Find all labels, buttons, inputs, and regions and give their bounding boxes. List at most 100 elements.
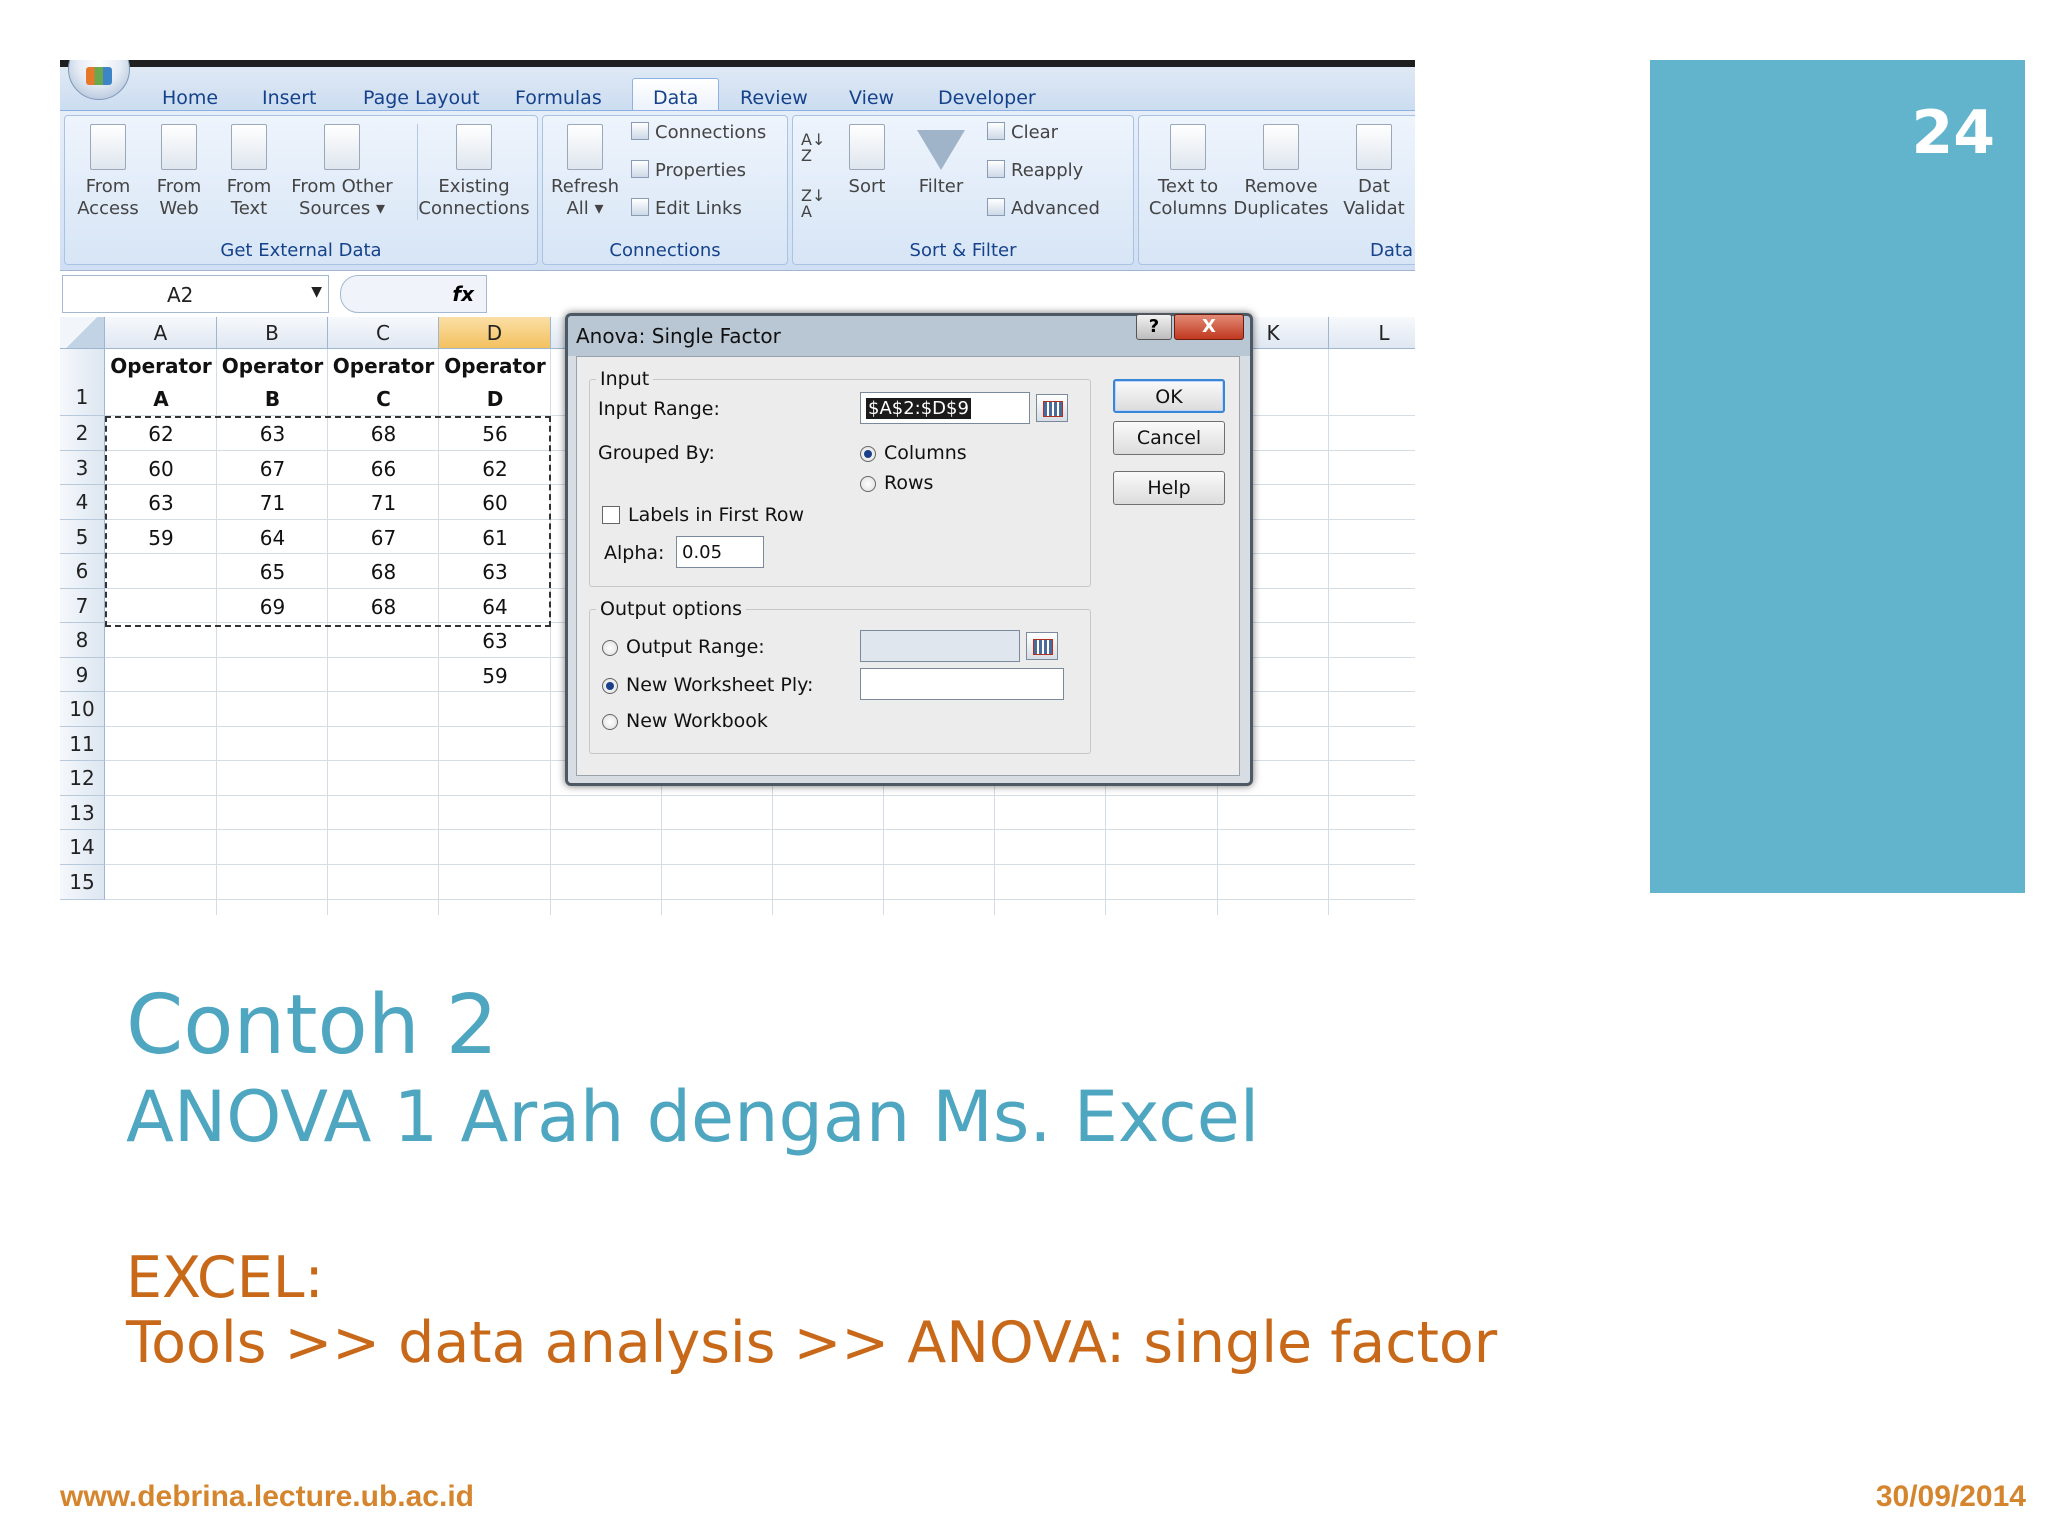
column-header-b[interactable]: B bbox=[217, 317, 328, 349]
header-cell-c-2[interactable]: C bbox=[329, 387, 439, 411]
row-header-14[interactable]: 14 bbox=[60, 830, 105, 865]
column-header-c[interactable]: C bbox=[328, 317, 439, 349]
column-header-a[interactable]: A bbox=[105, 317, 217, 349]
group-connections: Refresh All ▾ Connections Properties Edi… bbox=[542, 115, 788, 265]
row-header-2[interactable]: 2 bbox=[60, 416, 105, 451]
select-all-corner[interactable] bbox=[60, 317, 105, 349]
row-header-11[interactable]: 11 bbox=[60, 727, 105, 761]
input-range-collapse-icon[interactable] bbox=[1036, 394, 1068, 422]
new-workbook-radio[interactable] bbox=[602, 714, 618, 730]
existing-connections-button[interactable]: Existing Connections bbox=[417, 124, 530, 220]
row-header-10[interactable]: 10 bbox=[60, 692, 105, 727]
sort-icon bbox=[849, 124, 885, 170]
chevron-down-icon[interactable]: ▼ bbox=[311, 284, 322, 300]
row-header-5[interactable]: 5 bbox=[60, 520, 105, 554]
edit-links-button[interactable]: Edit Links bbox=[631, 198, 742, 219]
output-range-collapse-icon[interactable] bbox=[1026, 632, 1058, 660]
data-validation-button[interactable]: Dat Validat bbox=[1331, 124, 1415, 220]
tab-home[interactable]: Home bbox=[162, 87, 218, 109]
help-question-icon[interactable]: ? bbox=[1136, 314, 1172, 340]
close-icon[interactable]: X bbox=[1174, 314, 1244, 340]
row-header-12[interactable]: 12 bbox=[60, 761, 105, 796]
new-workbook-label[interactable]: New Workbook bbox=[626, 710, 768, 732]
filter-button[interactable]: Filter bbox=[913, 130, 969, 198]
tab-page-layout[interactable]: Page Layout bbox=[363, 87, 480, 109]
cancel-button[interactable]: Cancel bbox=[1113, 421, 1225, 455]
rows-radio[interactable] bbox=[860, 476, 876, 492]
sort-button[interactable]: Sort bbox=[839, 124, 895, 198]
from-access-button[interactable]: From Access bbox=[77, 124, 139, 220]
header-cell-d-2[interactable]: D bbox=[440, 387, 550, 411]
properties-label: Properties bbox=[655, 160, 746, 181]
new-worksheet-ply-label[interactable]: New Worksheet Ply: bbox=[626, 674, 813, 696]
new-worksheet-ply-radio[interactable] bbox=[602, 678, 618, 694]
tab-insert[interactable]: Insert bbox=[262, 87, 317, 109]
clear-button[interactable]: Clear bbox=[987, 122, 1058, 143]
header-cell-d-1[interactable]: Operator bbox=[440, 354, 550, 378]
advanced-button[interactable]: Advanced bbox=[987, 198, 1100, 219]
tab-developer[interactable]: Developer bbox=[938, 87, 1036, 109]
sort-label: Sort bbox=[848, 176, 886, 197]
tab-review[interactable]: Review bbox=[740, 87, 808, 109]
row-header-4[interactable]: 4 bbox=[60, 485, 105, 520]
connections-button[interactable]: Connections bbox=[631, 122, 766, 143]
help-button[interactable]: Help bbox=[1113, 471, 1225, 505]
formula-bar: A2 ▼ fx bbox=[60, 270, 1415, 318]
name-box[interactable]: A2 ▼ bbox=[62, 275, 329, 313]
header-cell-b-1[interactable]: Operator bbox=[218, 354, 328, 378]
remove-duplicates-label-1: Remove bbox=[1244, 176, 1318, 197]
row-header-13[interactable]: 13 bbox=[60, 796, 105, 830]
row-header-15[interactable]: 15 bbox=[60, 865, 105, 900]
remove-duplicates-button[interactable]: Remove Duplicates bbox=[1233, 124, 1329, 220]
advanced-filter-icon bbox=[987, 198, 1005, 216]
properties-button[interactable]: Properties bbox=[631, 160, 746, 181]
from-web-button[interactable]: From Web bbox=[151, 124, 207, 220]
rows-radio-label[interactable]: Rows bbox=[884, 472, 933, 494]
row-header-3[interactable]: 3 bbox=[60, 451, 105, 485]
slide-title: Contoh 2 bbox=[126, 978, 498, 1073]
column-gridline bbox=[1328, 349, 1329, 915]
refresh-icon bbox=[567, 124, 603, 170]
output-range-label[interactable]: Output Range: bbox=[626, 636, 765, 658]
header-cell-a-1[interactable]: Operator bbox=[106, 354, 216, 378]
insert-function-area[interactable]: fx bbox=[340, 275, 487, 313]
sort-z-a-button[interactable]: Z↓ A bbox=[801, 188, 825, 220]
from-other-sources-button[interactable]: From Other Sources ▾ bbox=[287, 124, 397, 220]
from-text-label-1: From bbox=[226, 176, 272, 197]
alpha-field[interactable]: 0.05 bbox=[676, 536, 764, 568]
header-cell-b-2[interactable]: B bbox=[218, 387, 328, 411]
row-header-6[interactable]: 6 bbox=[60, 554, 105, 589]
row-gridline bbox=[105, 864, 1415, 865]
input-fieldset: Input Input Range: $A$2:$D$9 Grouped By:… bbox=[589, 368, 1091, 587]
cell-d9[interactable]: 59 bbox=[440, 664, 550, 688]
sort-a-z-button[interactable]: A↓ Z bbox=[801, 132, 825, 164]
refresh-all-button[interactable]: Refresh All ▾ bbox=[549, 124, 621, 220]
header-cell-c-1[interactable]: Operator bbox=[329, 354, 439, 378]
ok-button[interactable]: OK bbox=[1113, 379, 1225, 413]
output-range-radio[interactable] bbox=[602, 640, 618, 656]
labels-first-row-checkbox[interactable] bbox=[602, 506, 620, 524]
row-header-9[interactable]: 9 bbox=[60, 658, 105, 692]
text-to-columns-label-2: Columns bbox=[1148, 198, 1228, 219]
text-to-columns-button[interactable]: Text to Columns bbox=[1145, 124, 1231, 220]
tab-view[interactable]: View bbox=[849, 87, 894, 109]
labels-first-row-label[interactable]: Labels in First Row bbox=[628, 504, 804, 526]
header-cell-a-2[interactable]: A bbox=[106, 387, 216, 411]
cell-d8[interactable]: 63 bbox=[440, 629, 550, 653]
group-label-data-tools: Data bbox=[1370, 240, 1413, 261]
column-header-l[interactable]: L bbox=[1329, 317, 1415, 349]
input-range-field[interactable]: $A$2:$D$9 bbox=[860, 392, 1030, 424]
columns-radio[interactable] bbox=[860, 446, 876, 462]
column-header-d[interactable]: D bbox=[439, 317, 551, 349]
new-worksheet-ply-field[interactable] bbox=[860, 668, 1064, 700]
from-text-button[interactable]: From Text bbox=[221, 124, 277, 220]
reapply-button[interactable]: Reapply bbox=[987, 160, 1083, 181]
reapply-label: Reapply bbox=[1011, 160, 1084, 181]
fx-icon[interactable]: fx bbox=[452, 282, 474, 306]
output-range-field[interactable] bbox=[860, 630, 1020, 662]
row-header-7[interactable]: 7 bbox=[60, 589, 105, 623]
row-header-8[interactable]: 8 bbox=[60, 623, 105, 658]
tab-formulas[interactable]: Formulas bbox=[515, 87, 602, 109]
columns-radio-label[interactable]: Columns bbox=[884, 442, 967, 464]
row-header-1[interactable]: 1 bbox=[60, 349, 105, 416]
